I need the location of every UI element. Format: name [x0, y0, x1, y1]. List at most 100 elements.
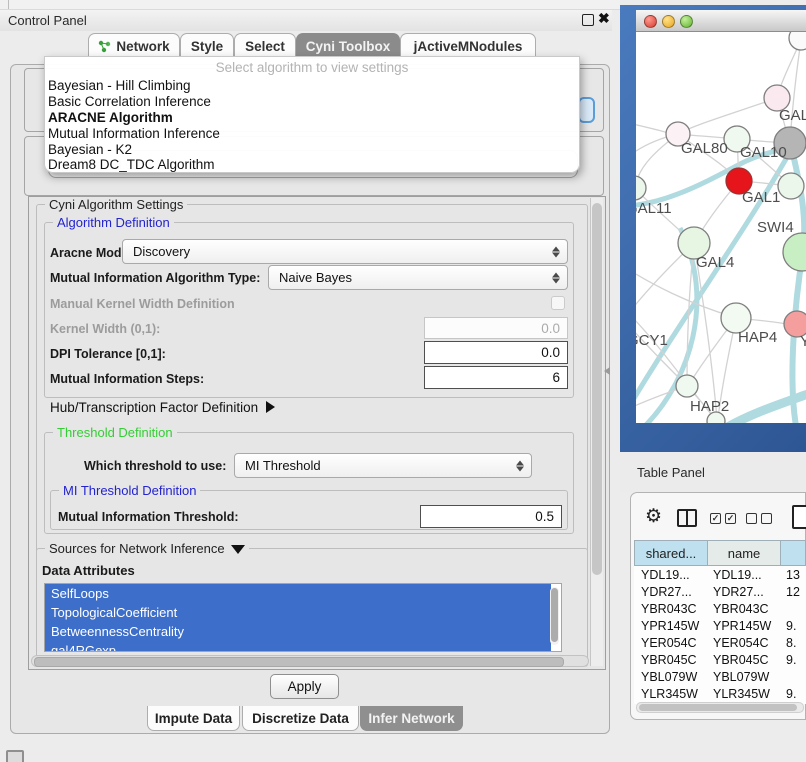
node[interactable]: [778, 173, 804, 199]
dropdown-item-bayesian-hill-climbing[interactable]: Bayesian - Hill Climbing: [45, 78, 579, 94]
minimized-window-icon[interactable]: [6, 750, 24, 762]
table-row[interactable]: YBR043CYBR043C: [634, 600, 806, 617]
tab-cyni-toolbox-label: Cyni Toolbox: [306, 39, 391, 54]
settings-horizontal-scrollbar[interactable]: [31, 655, 589, 667]
cell: YDL19...: [634, 568, 707, 582]
list-item-gal4rgexp[interactable]: gal4RGexp: [45, 641, 551, 652]
window-minimize-light-icon[interactable]: [662, 15, 675, 28]
settings-vscrollbar-thumb[interactable]: [592, 203, 602, 575]
deselect-all-icon[interactable]: [746, 513, 772, 524]
node-label: GAL80: [681, 140, 728, 157]
mi-type-combo[interactable]: Naive Bayes: [268, 265, 568, 290]
table-row[interactable]: YBR045CYBR045C9.: [634, 651, 806, 668]
mi-threshold-field[interactable]: 0.5: [420, 505, 562, 528]
kernel-width-field[interactable]: 0.0: [424, 317, 568, 339]
which-threshold-combo[interactable]: MI Threshold: [234, 453, 532, 478]
node-hap2[interactable]: [676, 375, 698, 397]
apply-button-label: Apply: [288, 679, 322, 694]
dropdown-item-bayesian-k2[interactable]: Bayesian - K2: [45, 141, 579, 157]
table-panel-title: Table Panel: [637, 465, 705, 480]
hub-definition-toggle[interactable]: Hub/Transcription Factor Definition: [50, 400, 275, 415]
mi-steps-field[interactable]: 6: [424, 366, 568, 389]
column-header-name[interactable]: name: [707, 540, 781, 566]
list-scrollbar-thumb[interactable]: [551, 588, 558, 642]
cell: YLR345W: [707, 687, 780, 701]
manual-kernel-checkbox[interactable]: [551, 296, 565, 310]
sources-title[interactable]: Sources for Network Inference: [45, 541, 249, 556]
collapsed-arrow-icon: [266, 401, 275, 413]
aracne-mode-label: Aracne Mode:: [50, 246, 133, 260]
control-panel-title: Control Panel: [8, 13, 87, 28]
expanded-arrow-icon: [231, 545, 245, 554]
list-item-selfloops[interactable]: SelfLoops: [45, 584, 551, 603]
column-header-partial[interactable]: [780, 540, 806, 566]
splitter-collapse-handle[interactable]: [604, 367, 610, 375]
threshold-definition-title: Threshold Definition: [53, 425, 177, 440]
settings-hscrollbar-thumb[interactable]: [34, 657, 564, 667]
apply-button[interactable]: Apply: [270, 674, 339, 699]
float-panel-icon[interactable]: [582, 14, 594, 26]
gear-icon[interactable]: ⚙: [645, 507, 662, 526]
node-label: GAL10: [740, 144, 787, 161]
node[interactable]: [789, 32, 806, 50]
table-row[interactable]: YDL19...YDL19...13: [634, 566, 806, 583]
dropdown-item-dream8[interactable]: Dream8 DC_TDC Algorithm: [45, 157, 579, 173]
tab-impute-data[interactable]: Impute Data: [147, 706, 240, 731]
which-threshold-label: Which threshold to use:: [84, 459, 226, 473]
node-label: GAL1: [742, 189, 780, 206]
cell: YDL19...: [707, 568, 780, 582]
window-close-light-icon[interactable]: [644, 15, 657, 28]
settings-vertical-scrollbar[interactable]: [590, 198, 603, 666]
algorithm-definition-title: Algorithm Definition: [53, 215, 174, 230]
table-rows: YDL19...YDL19...13 YDR27...YDR27...12 YB…: [634, 566, 806, 704]
spinner-arrows-icon: [552, 246, 560, 257]
top-toolbar-divider: [8, 0, 9, 9]
cell: 9.: [780, 619, 806, 633]
aracne-mode-combo[interactable]: Discovery: [122, 239, 568, 264]
cell: 12: [780, 585, 806, 599]
data-attributes-list[interactable]: SelfLoops TopologicalCoefficient Between…: [44, 583, 562, 652]
table-row[interactable]: YLR345WYLR345W9.: [634, 685, 806, 702]
list-item-topologicalcoefficient[interactable]: TopologicalCoefficient: [45, 603, 551, 622]
sources-title-text: Sources for Network Inference: [49, 541, 225, 556]
list-vertical-scrollbar[interactable]: [550, 587, 559, 645]
mi-threshold-label: Mutual Information Threshold:: [58, 510, 239, 524]
dpi-tolerance-field[interactable]: 0.0: [424, 341, 568, 364]
edge: [679, 98, 777, 133]
tab-discretize-data[interactable]: Discretize Data: [242, 706, 359, 731]
table-row[interactable]: YPR145WYPR145W9.: [634, 617, 806, 634]
node-label: HAP2: [690, 398, 729, 415]
table-panel-titlebar: Table Panel: [620, 452, 806, 492]
tab-infer-network[interactable]: Infer Network: [360, 706, 463, 731]
node-swi4[interactable]: [783, 233, 806, 271]
new-table-icon[interactable]: [792, 505, 806, 529]
dropdown-item-basic-correlation[interactable]: Basic Correlation Inference: [45, 94, 579, 110]
table-row[interactable]: YBL079WYBL079W: [634, 668, 806, 685]
table-row[interactable]: YDR27...YDR27...12: [634, 583, 806, 600]
table-row[interactable]: YER054CYER054C8.: [634, 634, 806, 651]
dpi-tolerance-value: 0.0: [541, 345, 560, 360]
network-icon: [98, 40, 111, 53]
close-panel-icon[interactable]: ✖: [598, 10, 610, 27]
tab-discretize-data-label: Discretize Data: [252, 711, 349, 726]
table-hscrollbar-thumb[interactable]: [639, 704, 797, 711]
hub-definition-label: Hub/Transcription Factor Definition: [50, 400, 258, 415]
cell: YLR345W: [634, 687, 707, 701]
focused-combo-fragment[interactable]: [578, 97, 595, 123]
network-canvas[interactable]: GAL GAL80 GAL10 GAL1 GAL11 SWI4 GAL4 GCY…: [636, 32, 806, 423]
node-gal11[interactable]: [636, 176, 646, 200]
mi-threshold-value: 0.5: [535, 509, 554, 524]
list-item-betweennesscentrality[interactable]: BetweennessCentrality: [45, 622, 551, 641]
dropdown-item-mutual-information[interactable]: Mutual Information Inference: [45, 125, 579, 141]
select-all-icon[interactable]: ✓ ✓: [710, 513, 736, 524]
dropdown-item-aracne[interactable]: ARACNE Algorithm: [45, 110, 579, 126]
window-zoom-light-icon[interactable]: [680, 15, 693, 28]
columns-icon[interactable]: [677, 509, 697, 527]
cell: YBL079W: [634, 670, 707, 684]
edge: [636, 120, 668, 133]
table-horizontal-scrollbar[interactable]: [636, 702, 804, 713]
node-label: GCY1: [636, 332, 668, 349]
cell: 9.: [780, 653, 806, 667]
kernel-width-value: 0.0: [541, 321, 560, 336]
column-header-shared-name[interactable]: shared...: [634, 540, 708, 566]
